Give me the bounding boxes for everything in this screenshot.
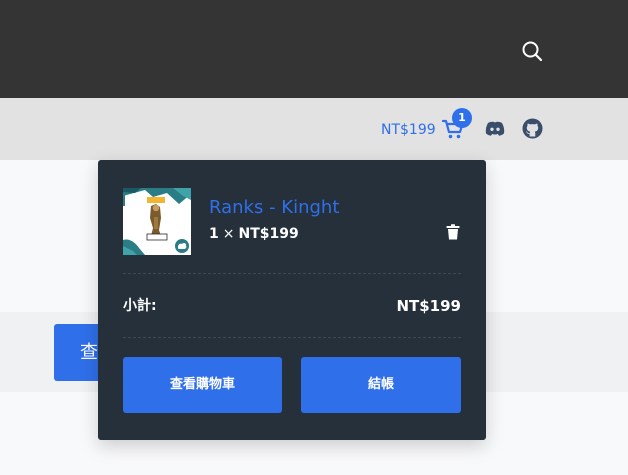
trash-icon[interactable] xyxy=(446,224,460,240)
discord-icon[interactable] xyxy=(484,119,506,139)
cart-item-quantity: 1 xyxy=(209,226,219,242)
product-thumbnail[interactable] xyxy=(123,188,191,255)
cart-total[interactable]: NT$199 xyxy=(381,120,436,140)
cart-item-quantity-price: 1 × NT$199 xyxy=(209,224,299,244)
cart-count-badge: 1 xyxy=(452,108,472,128)
subtotal-value: NT$199 xyxy=(396,297,461,315)
search-icon[interactable] xyxy=(520,39,544,63)
divider xyxy=(123,337,461,338)
cart-item-price: NT$199 xyxy=(238,226,299,242)
github-icon[interactable] xyxy=(522,118,543,139)
times-symbol: × xyxy=(222,226,235,242)
top-header xyxy=(0,0,628,98)
mini-cart-dropdown: Ranks - Kinght 1 × NT$199 小計: NT$199 查看購物車… xyxy=(98,160,486,440)
view-cart-button[interactable]: 查看購物車 xyxy=(123,357,282,413)
checkout-button[interactable]: 結帳 xyxy=(301,357,461,413)
divider xyxy=(123,273,461,274)
cart-item-title[interactable]: Ranks - Kinght xyxy=(209,197,339,219)
subtotal-label: 小計: xyxy=(123,298,157,314)
